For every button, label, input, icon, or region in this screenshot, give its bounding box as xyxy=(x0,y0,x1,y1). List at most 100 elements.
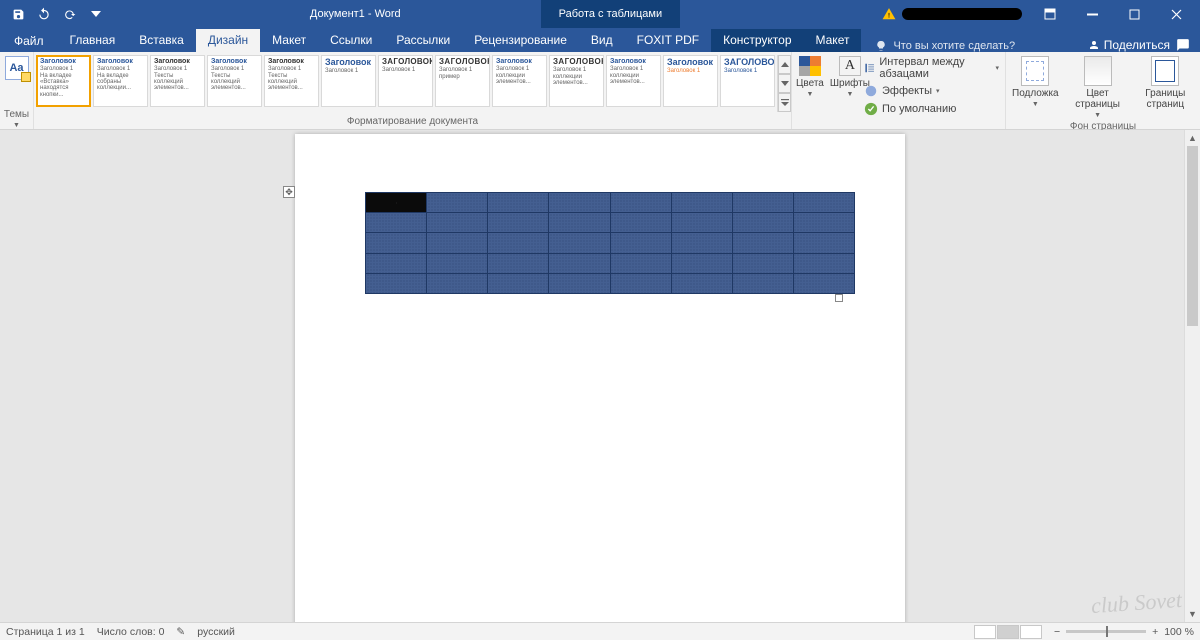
tell-me-search[interactable]: Что вы хотите сделать? xyxy=(861,40,1088,52)
style-set-item[interactable]: ЗаголовокЗаголовок 1На вкладке собраны к… xyxy=(93,55,148,107)
save-button[interactable] xyxy=(6,2,30,26)
watermark-button[interactable]: Подложка▼ xyxy=(1012,56,1059,120)
tab-table-layout[interactable]: Макет xyxy=(804,29,862,52)
set-default-button[interactable]: По умолчанию xyxy=(864,102,999,116)
watermark-icon xyxy=(1021,56,1049,86)
ribbon-tabs: Файл Главная Вставка Дизайн Макет Ссылки… xyxy=(0,28,1200,52)
scroll-down-icon[interactable]: ▼ xyxy=(1185,606,1200,622)
page-color-label: Цвет страницы xyxy=(1073,88,1123,110)
tell-me-placeholder: Что вы хотите сделать? xyxy=(893,40,1015,52)
share-icon xyxy=(1088,39,1100,51)
style-set-item[interactable]: ЗаголовокЗаголовок 1Тексты коллекций эле… xyxy=(264,55,319,107)
print-layout-button[interactable] xyxy=(997,625,1019,639)
style-set-item[interactable]: ЗАГОЛОВОКЗаголовок 1пример xyxy=(435,55,490,107)
status-bar: Страница 1 из 1 Число слов: 0 ✎ русский … xyxy=(0,622,1200,640)
page-borders-icon xyxy=(1151,56,1179,86)
spacing-icon xyxy=(864,61,875,75)
close-button[interactable] xyxy=(1156,0,1196,28)
document-canvas[interactable]: ✥ xyxy=(0,130,1200,622)
page[interactable]: ✥ xyxy=(295,134,905,622)
web-layout-button[interactable] xyxy=(1020,625,1042,639)
zoom-in-button[interactable]: + xyxy=(1152,626,1158,638)
tab-mailings[interactable]: Рассылки xyxy=(384,29,462,52)
style-set-item[interactable]: ЗаголовокЗаголовок 1 xyxy=(321,55,376,107)
style-set-item[interactable]: ЗаголовокЗаголовок 1 xyxy=(663,55,718,107)
tab-home[interactable]: Главная xyxy=(58,29,128,52)
zoom-slider[interactable] xyxy=(1066,630,1146,633)
chevron-down-icon[interactable] xyxy=(778,74,791,93)
page-color-button[interactable]: Цвет страницы▼ xyxy=(1073,56,1123,120)
table-resize-handle[interactable] xyxy=(835,294,843,302)
chevron-down-icon: ▼ xyxy=(806,91,813,98)
zoom-out-button[interactable]: − xyxy=(1054,626,1060,638)
read-mode-button[interactable] xyxy=(974,625,996,639)
scrollbar-thumb[interactable] xyxy=(1187,146,1198,326)
gallery-more-icon[interactable] xyxy=(778,93,791,112)
colors-icon xyxy=(799,56,821,76)
share-label: Поделиться xyxy=(1104,38,1170,52)
tab-foxit[interactable]: FOXIT PDF xyxy=(625,29,711,52)
zoom-level[interactable]: 100 % xyxy=(1164,626,1194,638)
style-set-item[interactable]: ЗаголовокЗаголовок 1коллекции элементов.… xyxy=(492,55,547,107)
page-count[interactable]: Страница 1 из 1 xyxy=(6,626,85,638)
paragraph-spacing-button[interactable]: Интервал между абзацами ▾ xyxy=(864,56,999,80)
vertical-scrollbar[interactable]: ▲ ▼ xyxy=(1184,130,1200,622)
document-table[interactable] xyxy=(365,192,855,294)
style-set-item[interactable]: ЗаголовокЗаголовок 1коллекции элементов.… xyxy=(606,55,661,107)
style-set-item[interactable]: ЗАГОЛОВОКЗаголовок 1коллекции элементов.… xyxy=(549,55,604,107)
ribbon: Aa Темы ▼ ЗаголовокЗаголовок 1На вкладке… xyxy=(0,52,1200,130)
share-button[interactable]: Поделиться xyxy=(1088,38,1170,52)
style-set-item[interactable]: ЗаголовокЗаголовок 1Тексты коллекций эле… xyxy=(207,55,262,107)
style-set-item[interactable]: ЗаголовокЗаголовок 1Тексты коллекций эле… xyxy=(150,55,205,107)
page-borders-button[interactable]: Границы страниц xyxy=(1137,56,1194,120)
undo-button[interactable] xyxy=(32,2,56,26)
page-borders-label: Границы страниц xyxy=(1137,88,1194,110)
tab-table-design[interactable]: Конструктор xyxy=(711,29,803,52)
account-area[interactable] xyxy=(882,7,1022,21)
zoom-control[interactable]: − + 100 % xyxy=(1054,626,1194,638)
qat-customize[interactable] xyxy=(84,2,108,26)
quick-access-toolbar xyxy=(0,2,108,26)
effects-icon xyxy=(864,84,878,98)
style-set-gallery: ЗаголовокЗаголовок 1На вкладке «Вставка»… xyxy=(34,52,792,129)
style-set-item[interactable]: ЗАГОЛОВОКЗаголовок 1 xyxy=(720,55,775,107)
table-move-handle[interactable]: ✥ xyxy=(283,186,295,198)
scroll-up-icon[interactable]: ▲ xyxy=(1185,130,1200,146)
chevron-down-icon: ▼ xyxy=(13,122,20,129)
maximize-button[interactable] xyxy=(1114,0,1154,28)
colors-label: Цвета xyxy=(796,78,824,89)
themes-button[interactable]: Aa xyxy=(5,56,29,80)
tab-layout[interactable]: Макет xyxy=(260,29,318,52)
account-name-redacted xyxy=(902,8,1022,20)
minimize-button[interactable] xyxy=(1072,0,1112,28)
tab-insert[interactable]: Вставка xyxy=(127,29,196,52)
tab-view[interactable]: Вид xyxy=(579,29,625,52)
chevron-down-icon: ▾ xyxy=(936,87,940,95)
set-default-label: По умолчанию xyxy=(882,103,956,115)
gallery-label: Форматирование документа xyxy=(34,115,791,129)
chevron-down-icon: ▼ xyxy=(1032,101,1039,109)
style-set-item[interactable]: ЗАГОЛОВОКЗаголовок 1 xyxy=(378,55,433,107)
tab-review[interactable]: Рецензирование xyxy=(462,29,579,52)
doc-formatting-options: Интервал между абзацами ▾ Эффекты ▾ По у… xyxy=(858,52,1006,129)
chevron-up-icon[interactable] xyxy=(778,55,791,74)
gallery-scroll[interactable] xyxy=(777,55,791,112)
language-indicator[interactable]: русский xyxy=(197,626,235,638)
effects-button[interactable]: Эффекты ▾ xyxy=(864,84,999,98)
tab-design[interactable]: Дизайн xyxy=(196,29,260,52)
view-buttons xyxy=(974,625,1042,639)
colors-button[interactable]: Цвета ▼ xyxy=(796,56,824,98)
tab-references[interactable]: Ссылки xyxy=(318,29,384,52)
comments-icon[interactable] xyxy=(1176,38,1190,52)
table-selection[interactable] xyxy=(365,192,855,294)
title-bar: Документ1 - Word Работа с таблицами xyxy=(0,0,1200,28)
page-background-group: Подложка▼ Цвет страницы▼ Границы страниц… xyxy=(1006,52,1200,129)
window-controls xyxy=(1030,0,1200,28)
tab-file[interactable]: Файл xyxy=(0,30,58,52)
redo-button[interactable] xyxy=(58,2,82,26)
proofing-icon[interactable]: ✎ xyxy=(176,626,185,638)
word-count[interactable]: Число слов: 0 xyxy=(97,626,165,638)
chevron-down-icon: ▼ xyxy=(846,91,853,98)
style-set-item[interactable]: ЗаголовокЗаголовок 1На вкладке «Вставка»… xyxy=(36,55,91,107)
ribbon-display-options[interactable] xyxy=(1030,0,1070,28)
